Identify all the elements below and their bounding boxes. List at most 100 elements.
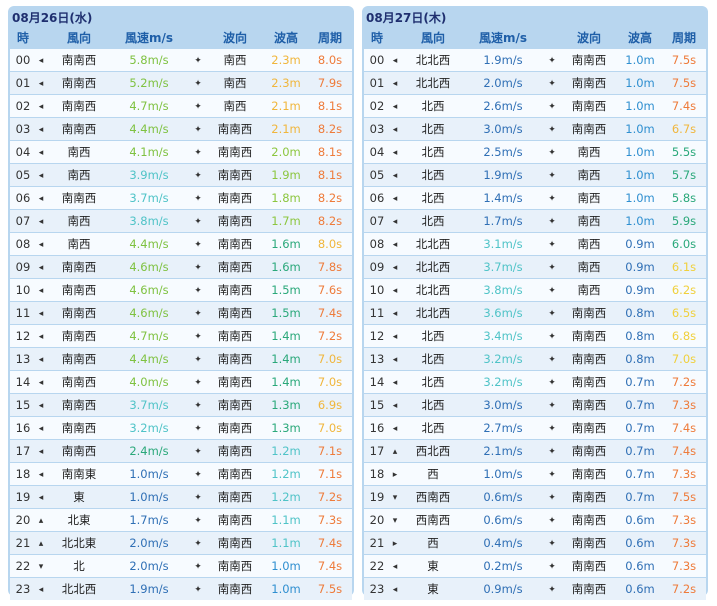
wave-height-cell: 1.3m <box>271 421 301 435</box>
period-cell: 7.2s <box>671 582 697 596</box>
period-cell: 6.0s <box>671 237 697 251</box>
wave-direction-cell: 南南西 <box>217 490 253 504</box>
wave-direction-cell: 南南西 <box>571 582 607 596</box>
period-cell: 7.6s <box>317 283 343 297</box>
table-row: 05 ◂ 南西 3.9m/s ✦ 南南西 1.9m 8.1s <box>10 164 352 186</box>
wind-direction-cell: 北西 <box>421 122 445 136</box>
wave-height-cell: 1.7m <box>271 214 301 228</box>
wind-speed-cell: 5.2m/s <box>129 76 169 90</box>
wave-height-cell: 1.0m <box>625 214 655 228</box>
header-wave-height: 波高 <box>273 31 298 45</box>
hour-cell: 04 <box>369 145 385 159</box>
wind-speed-cell: 0.6m/s <box>483 513 523 527</box>
wave-direction-arrow-icon: ✦ <box>194 424 202 434</box>
wave-direction-arrow-icon: ✦ <box>548 493 556 503</box>
wind-direction-arrow-icon: ◂ <box>38 309 44 319</box>
wave-direction-cell: 南南西 <box>217 536 253 550</box>
hour-cell: 03 <box>15 122 31 136</box>
wave-height-cell: 0.9m <box>625 237 655 251</box>
wave-direction-arrow-icon: ✦ <box>548 286 556 296</box>
period-cell: 7.0s <box>671 352 697 366</box>
table-row: 09 ◂ 南南西 4.6m/s ✦ 南南西 1.6m 7.8s <box>10 256 352 278</box>
wave-direction-arrow-icon: ✦ <box>548 470 556 480</box>
wind-speed-cell: 4.6m/s <box>129 306 169 320</box>
wind-speed-cell: 3.8m/s <box>483 283 523 297</box>
period-cell: 7.3s <box>671 398 697 412</box>
hour-cell: 00 <box>15 53 31 67</box>
hour-cell: 22 <box>369 559 385 573</box>
table-row: 13 ◂ 南南西 4.4m/s ✦ 南南西 1.4m 7.0s <box>10 348 352 370</box>
wind-speed-cell: 3.7m/s <box>129 191 169 205</box>
period-cell: 6.9s <box>317 398 343 412</box>
wave-height-cell: 1.2m <box>271 490 301 504</box>
wind-direction-cell: 南南西 <box>61 398 97 412</box>
wind-speed-cell: 1.0m/s <box>129 467 169 481</box>
header-wind-speed: 風速m/s <box>124 31 174 45</box>
wind-direction-cell: 東 <box>427 559 439 573</box>
wind-direction-arrow-icon: ◂ <box>392 56 398 66</box>
table-row: 12 ◂ 南南西 4.7m/s ✦ 南南西 1.4m 7.2s <box>10 325 352 347</box>
wave-direction-cell: 南南西 <box>217 260 253 274</box>
wave-height-cell: 1.0m <box>625 122 655 136</box>
wind-direction-arrow-icon: ◂ <box>392 171 398 181</box>
table-row: 00 ◂ 南南西 5.8m/s ✦ 南西 2.3m 8.0s <box>10 49 352 71</box>
period-cell: 8.2s <box>317 122 343 136</box>
wave-direction-arrow-icon: ✦ <box>548 309 556 319</box>
table-row: 16 ◂ 北西 2.7m/s ✦ 南南西 0.7m 7.4s <box>364 417 706 439</box>
hour-cell: 20 <box>15 513 31 527</box>
header-hour: 時 <box>16 31 29 45</box>
header-wind-speed: 風速m/s <box>478 31 528 45</box>
wave-direction-cell: 南南西 <box>571 122 607 136</box>
table-row: 14 ◂ 北西 3.2m/s ✦ 南南西 0.7m 7.2s <box>364 371 706 393</box>
wind-direction-cell: 西南西 <box>415 513 451 527</box>
period-cell: 5.5s <box>671 145 697 159</box>
wind-direction-arrow-icon: ◂ <box>392 125 398 135</box>
table-row: 07 ◂ 北西 1.7m/s ✦ 南西 1.0m 5.9s <box>364 210 706 232</box>
wave-height-cell: 0.8m <box>625 352 655 366</box>
hour-cell: 14 <box>369 375 385 389</box>
header-wind-direction: 風向 <box>66 31 91 45</box>
hour-cell: 01 <box>15 76 31 90</box>
wave-direction-cell: 南南西 <box>217 582 253 596</box>
wind-speed-cell: 1.9m/s <box>483 168 523 182</box>
wind-speed-cell: 2.5m/s <box>483 145 523 159</box>
hour-cell: 10 <box>15 283 31 297</box>
table-row: 21 ▸ 西 0.4m/s ✦ 南南西 0.6m 7.3s <box>364 532 706 554</box>
wave-direction-cell: 南西 <box>577 191 601 205</box>
wave-height-cell: 1.3m <box>271 398 301 412</box>
period-cell: 7.9s <box>317 76 343 90</box>
table-row: 03 ◂ 南南西 4.4m/s ✦ 南南西 2.1m 8.2s <box>10 118 352 140</box>
wave-direction-cell: 南南西 <box>217 375 253 389</box>
wave-height-cell: 0.7m <box>625 398 655 412</box>
wind-direction-cell: 北西 <box>421 352 445 366</box>
wave-height-cell: 1.0m <box>625 191 655 205</box>
wave-direction-cell: 南南西 <box>571 306 607 320</box>
wave-direction-cell: 南南西 <box>571 490 607 504</box>
period-cell: 7.3s <box>671 467 697 481</box>
wave-direction-arrow-icon: ✦ <box>194 171 202 181</box>
wave-direction-cell: 南南西 <box>571 99 607 113</box>
wind-direction-arrow-icon: ◂ <box>392 585 398 595</box>
wind-direction-arrow-icon: ◂ <box>392 401 398 411</box>
table-row: 06 ◂ 北西 1.4m/s ✦ 南西 1.0m 5.8s <box>364 187 706 209</box>
period-cell: 7.2s <box>671 375 697 389</box>
wind-direction-arrow-icon: ◂ <box>38 102 44 112</box>
hour-cell: 11 <box>369 306 385 320</box>
period-cell: 5.9s <box>671 214 697 228</box>
wave-direction-arrow-icon: ✦ <box>548 125 556 135</box>
wave-height-cell: 0.8m <box>625 306 655 320</box>
wind-direction-cell: 北 <box>73 559 85 573</box>
wave-direction-arrow-icon: ✦ <box>194 79 202 89</box>
hour-cell: 19 <box>369 490 385 504</box>
period-cell: 7.4s <box>671 99 697 113</box>
wave-direction-cell: 南南西 <box>571 559 607 573</box>
wave-direction-cell: 南南西 <box>217 398 253 412</box>
wave-height-cell: 2.1m <box>271 122 301 136</box>
wind-speed-cell: 3.7m/s <box>129 398 169 412</box>
wave-direction-arrow-icon: ✦ <box>194 102 202 112</box>
table-row: 19 ▾ 西南西 0.6m/s ✦ 南南西 0.7m 7.5s <box>364 486 706 508</box>
wave-direction-arrow-icon: ✦ <box>548 562 556 572</box>
period-cell: 7.0s <box>317 352 343 366</box>
period-cell: 6.8s <box>671 329 697 343</box>
wave-height-cell: 1.2m <box>271 444 301 458</box>
